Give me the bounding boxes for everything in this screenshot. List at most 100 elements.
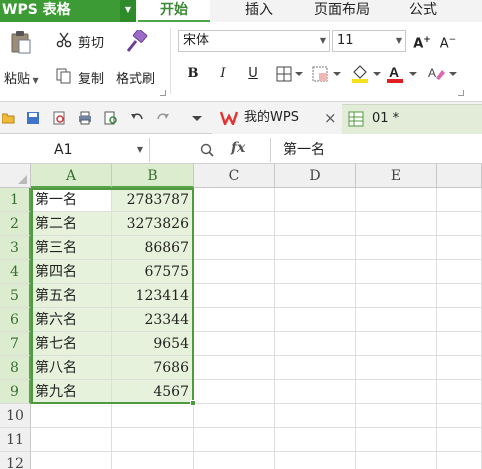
print-preview-icon[interactable] [104,111,118,125]
bold-button[interactable]: B [184,66,202,82]
column-header-b[interactable]: B [112,164,194,188]
borders-icon[interactable] [276,66,304,82]
column-header-e[interactable]: E [356,164,437,188]
undo-icon[interactable] [130,111,144,125]
app-menu-button[interactable]: WPS 表格 [0,0,136,22]
row-header[interactable]: 2 [0,212,31,236]
cell-empty[interactable] [275,308,356,332]
tab-document-01[interactable]: 01 * [342,104,482,134]
cell-empty[interactable] [356,284,437,308]
cell-empty[interactable] [194,452,275,469]
cell-empty[interactable] [275,356,356,380]
cell-empty[interactable] [275,212,356,236]
merge-cells-icon[interactable] [312,66,342,82]
clipboard-dialog-launcher-icon[interactable] [160,90,166,96]
cell-a12[interactable] [31,452,112,469]
tab-insert[interactable]: 插入 [222,0,296,22]
cell-b9[interactable]: 4567 [112,380,194,404]
cell-a5[interactable]: 第五名 [31,284,112,308]
fill-handle[interactable] [190,400,196,406]
cell-a1[interactable]: 第一名 [31,188,112,212]
cell-empty[interactable] [194,212,275,236]
tab-page-layout[interactable]: 页面布局 [298,0,386,22]
column-header-a[interactable]: A [31,164,112,188]
cell-empty[interactable] [275,332,356,356]
cell-empty[interactable] [356,404,437,428]
cell-b10[interactable] [112,404,194,428]
cell-empty[interactable] [437,332,482,356]
cell-empty[interactable] [275,404,356,428]
cell-a3[interactable]: 第三名 [31,236,112,260]
cell-empty[interactable] [356,452,437,469]
cell-empty[interactable] [194,380,275,404]
cell-empty[interactable] [356,428,437,452]
row-header[interactable]: 7 [0,332,31,356]
italic-button[interactable]: I [214,66,232,82]
cell-empty[interactable] [194,188,275,212]
cell-empty[interactable] [356,356,437,380]
copy-button[interactable]: 复制 [78,68,104,87]
cell-b5[interactable]: 123414 [112,284,194,308]
font-color-icon[interactable]: A [386,64,418,84]
cell-empty[interactable] [437,188,482,212]
cell-empty[interactable] [356,332,437,356]
cell-empty[interactable] [194,308,275,332]
cell-a11[interactable] [31,428,112,452]
cell-empty[interactable] [275,380,356,404]
tab-home[interactable]: 开始 [138,0,210,22]
cell-empty[interactable] [356,188,437,212]
tab-formulas[interactable]: 公式 [390,0,456,22]
cell-b7[interactable]: 9654 [112,332,194,356]
print-icon[interactable] [78,111,92,125]
row-header[interactable]: 5 [0,284,31,308]
underline-button[interactable]: U [244,66,262,82]
cell-empty[interactable] [275,188,356,212]
font-name-select[interactable]: 宋体 ▼ [178,30,330,52]
paste-button[interactable]: 粘贴 ▼ [4,68,39,87]
cell-empty[interactable] [437,356,482,380]
cell-b8[interactable]: 7686 [112,356,194,380]
cell-b3[interactable]: 86867 [112,236,194,260]
column-header-f[interactable] [437,164,482,188]
close-icon[interactable]: × [324,104,337,132]
cell-b12[interactable] [112,452,194,469]
row-header[interactable]: 1 [0,188,31,212]
row-header[interactable]: 10 [0,404,31,428]
row-header[interactable]: 12 [0,452,31,469]
cell-empty[interactable] [275,260,356,284]
cell-a8[interactable]: 第八名 [31,356,112,380]
redo-icon[interactable] [156,111,170,125]
cell-empty[interactable] [194,284,275,308]
increase-font-size-icon[interactable]: A+ [412,32,432,52]
cell-empty[interactable] [437,308,482,332]
cell-empty[interactable] [437,452,482,469]
customize-toolbar-icon[interactable] [190,111,204,125]
cell-empty[interactable] [356,380,437,404]
cell-b1[interactable]: 2783787 [112,188,194,212]
cell-empty[interactable] [437,236,482,260]
clear-format-icon[interactable]: A [426,64,458,84]
cell-empty[interactable] [437,212,482,236]
cell-a9[interactable]: 第九名 [31,380,112,404]
cell-a6[interactable]: 第六名 [31,308,112,332]
cell-empty[interactable] [437,284,482,308]
cell-b11[interactable] [112,428,194,452]
cell-empty[interactable] [437,380,482,404]
column-header-d[interactable]: D [275,164,356,188]
row-header[interactable]: 9 [0,380,31,404]
cell-empty[interactable] [275,236,356,260]
row-header[interactable]: 11 [0,428,31,452]
cell-empty[interactable] [194,236,275,260]
cell-empty[interactable] [194,356,275,380]
cut-button[interactable]: 剪切 [78,32,104,51]
font-size-select[interactable]: 11 ▼ [332,30,406,52]
cell-empty[interactable] [194,404,275,428]
cell-a4[interactable]: 第四名 [31,260,112,284]
cell-b6[interactable]: 23344 [112,308,194,332]
cell-a2[interactable]: 第二名 [31,212,112,236]
cell-empty[interactable] [437,260,482,284]
cell-empty[interactable] [275,284,356,308]
cell-empty[interactable] [356,308,437,332]
cell-empty[interactable] [356,212,437,236]
cell-empty[interactable] [275,452,356,469]
